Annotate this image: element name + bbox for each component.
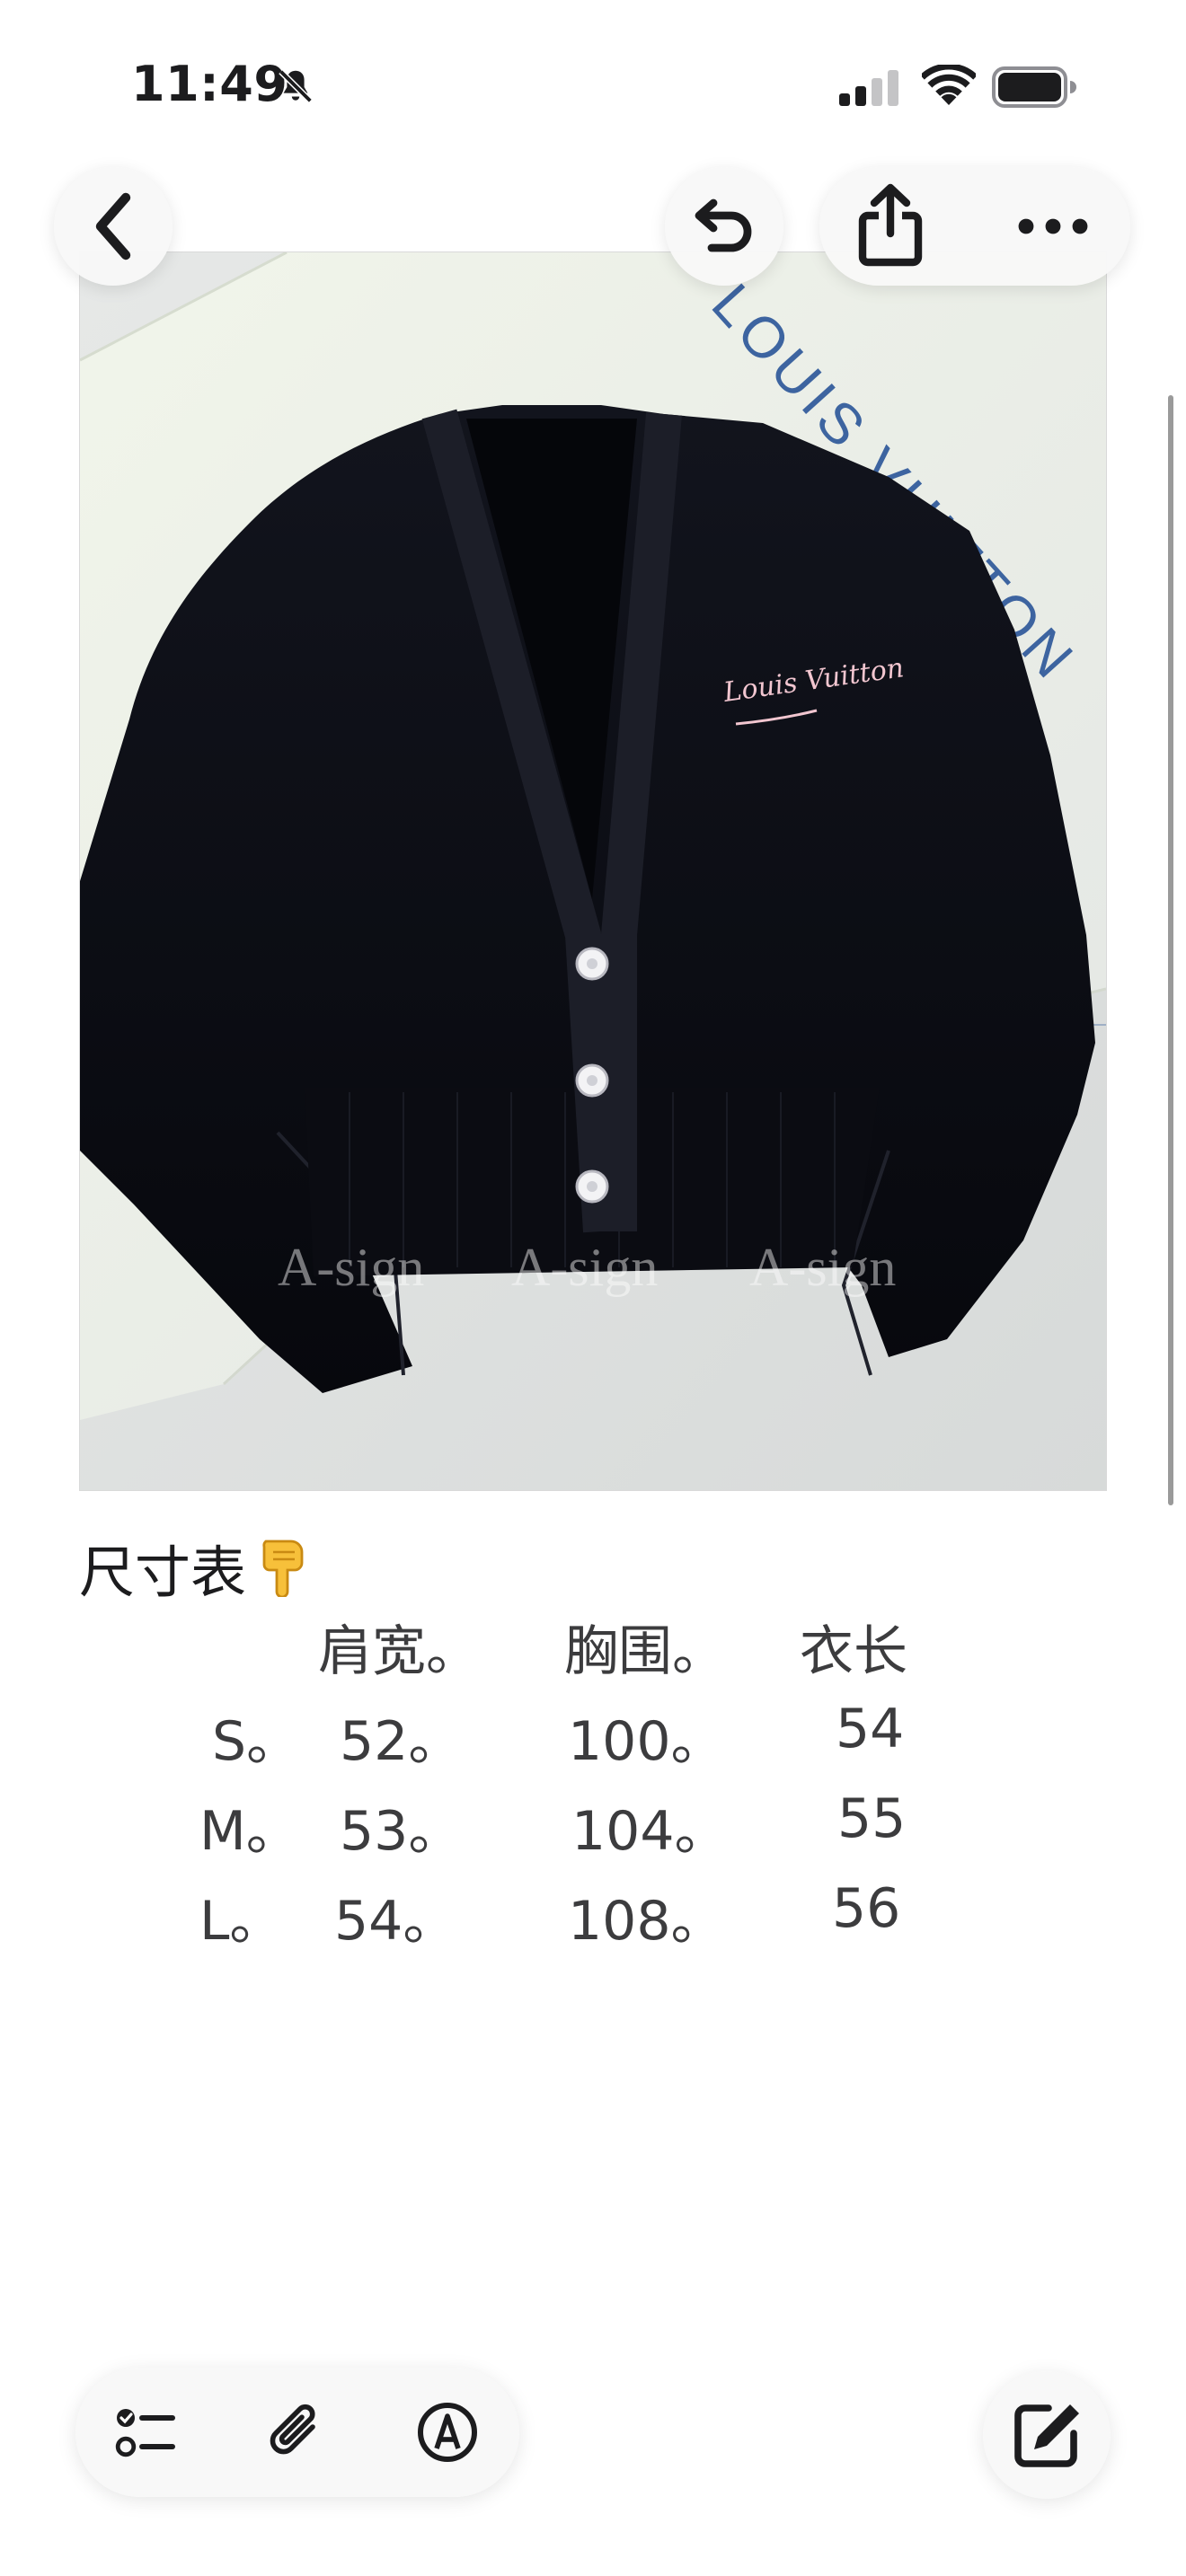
compose-icon	[1014, 2404, 1079, 2467]
back-button[interactable]	[54, 167, 173, 286]
size-table-header: 肩宽。 胸围。 衣长	[0, 1608, 1186, 1698]
shoulder-value: 54。	[334, 1890, 457, 1953]
note-actions-group	[819, 167, 1130, 286]
ellipsis-icon	[1018, 218, 1088, 234]
share-button[interactable]	[855, 183, 925, 269]
header-chest: 胸围。	[564, 1620, 726, 1683]
pointing-down-hand-icon	[262, 1539, 304, 1597]
size-label: S。	[212, 1710, 301, 1773]
wifi-icon	[922, 65, 976, 105]
size-row: L。 54。 108。 56	[0, 1877, 1186, 1967]
chest-value: 108。	[568, 1890, 725, 1953]
watermark-text-3: A-sign	[749, 1238, 896, 1297]
status-time: 11:49	[131, 56, 288, 112]
status-bar: 11:49	[0, 0, 1186, 171]
size-row: S。 52。 100。 54	[0, 1698, 1186, 1787]
watermark-text-1: A-sign	[278, 1238, 424, 1297]
note-heading-text: 尺寸表	[79, 1539, 247, 1605]
paperclip-icon[interactable]	[264, 2400, 329, 2465]
bottom-toolbar	[75, 2368, 519, 2497]
battery-icon	[992, 66, 1076, 108]
watermark-text-2: A-sign	[511, 1238, 658, 1297]
undo-icon	[695, 198, 752, 252]
size-label: L。	[199, 1890, 284, 1953]
bell-slash-icon	[279, 69, 313, 103]
share-icon	[858, 183, 923, 267]
markup-pen-icon[interactable]	[415, 2400, 480, 2465]
shoulder-value: 52。	[340, 1710, 463, 1773]
shoulder-value: 53。	[340, 1800, 463, 1863]
note-photo[interactable]: LOUIS VUITTON Louis Vuitton	[79, 251, 1107, 1491]
chevron-left-icon	[95, 192, 131, 260]
note-heading: 尺寸表	[79, 1527, 311, 1608]
size-table: 肩宽。 胸围。 衣长 S。 52。 100。 54 M。 53。 104。 55…	[0, 1608, 1186, 1967]
checklist-icon[interactable]	[113, 2400, 178, 2465]
cellular-signal-icon	[839, 70, 898, 106]
more-button[interactable]	[1015, 216, 1091, 237]
chest-value: 104。	[571, 1800, 729, 1863]
undo-button[interactable]	[665, 167, 783, 286]
length-value: 56	[832, 1877, 901, 1940]
scroll-indicator[interactable]	[1168, 395, 1173, 1505]
size-label: M。	[199, 1800, 300, 1863]
header-length: 衣长	[800, 1620, 907, 1683]
cardigan-photo: LOUIS VUITTON Louis Vuitton	[80, 252, 1106, 1490]
chest-value: 100。	[568, 1710, 725, 1773]
header-shoulder: 肩宽。	[318, 1620, 480, 1683]
compose-button[interactable]	[983, 2371, 1111, 2499]
length-value: 54	[836, 1698, 905, 1760]
size-row: M。 53。 104。 55	[0, 1787, 1186, 1877]
length-value: 55	[837, 1787, 907, 1850]
